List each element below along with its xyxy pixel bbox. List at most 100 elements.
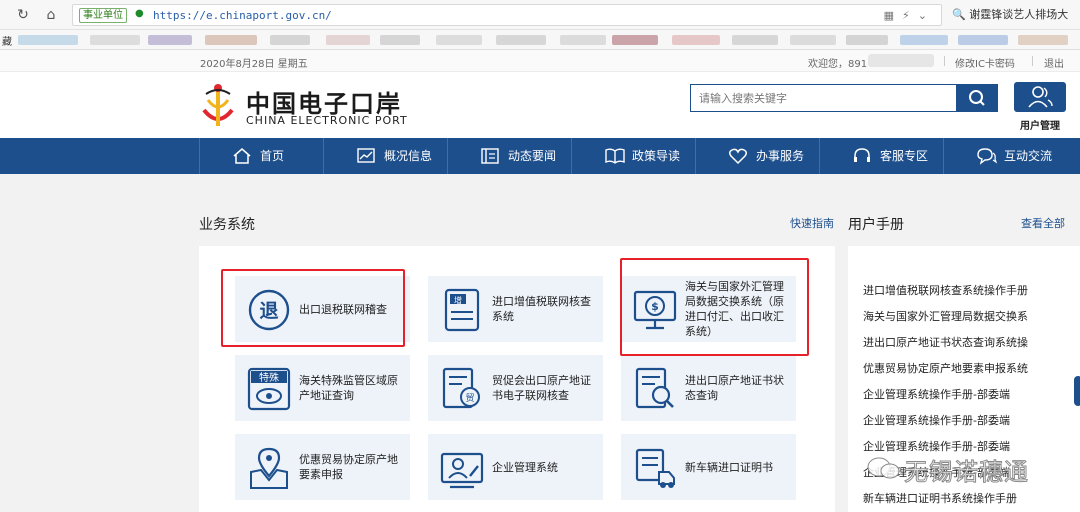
manual-link[interactable]: 新车辆进口证明书系统操作手册 xyxy=(863,490,1017,506)
nav-label: 客服专区 xyxy=(880,149,929,163)
manual-link[interactable]: 企业管理系统操作手册-部委端 xyxy=(863,386,1010,402)
card-label: 贸促会出口原产地证书电子联网核查 xyxy=(492,374,591,402)
card-special-zone-origin[interactable]: 特殊 海关特殊监管区域原产地证查询 xyxy=(235,355,410,421)
headset-icon xyxy=(854,148,870,162)
svg-text:贸: 贸 xyxy=(465,392,474,404)
card-enterprise-management[interactable]: 企业管理系统 xyxy=(428,434,603,500)
nav-label: 互动交流 xyxy=(1004,149,1053,163)
highlight-box xyxy=(221,269,405,347)
card-label: 优惠贸易协定原产地要素申报 xyxy=(299,453,398,481)
svg-text:增: 增 xyxy=(454,295,462,305)
heart-icon xyxy=(728,148,748,165)
browser-toolbar: ↻ ⌂ 事业单位 ● https://e.chinaport.gov.cn/ ▦… xyxy=(0,0,1080,30)
chat-icon xyxy=(977,148,998,165)
search-icon: 🔍 xyxy=(952,8,966,21)
bookmark-item[interactable] xyxy=(270,35,310,45)
url-text[interactable]: https://e.chinaport.gov.cn/ xyxy=(153,8,332,23)
bookmark-item[interactable] xyxy=(380,35,420,45)
modify-ic-password-link[interactable]: 修改IC卡密码 xyxy=(955,55,1015,70)
bookmark-item[interactable] xyxy=(1018,35,1068,45)
bookmark-item[interactable] xyxy=(612,35,658,45)
card-import-vat[interactable]: 增 进口增值税联网核查系统 xyxy=(428,276,603,342)
bookmark-item[interactable] xyxy=(560,35,606,45)
bookmark-item[interactable] xyxy=(18,35,78,45)
current-date: 2020年8月28日 星期五 xyxy=(200,59,308,70)
user-management-button[interactable] xyxy=(1014,82,1066,112)
nav-label: 首页 xyxy=(260,149,285,163)
browser-search-text: 谢霆锋谈艺人排场大 xyxy=(969,8,1069,21)
card-vehicle-import-certificate[interactable]: 新车辆进口证明书 xyxy=(621,434,796,500)
nav-customer-service[interactable]: 客服专区 xyxy=(819,138,943,174)
zeng-icon: 增 xyxy=(444,288,480,332)
nav-label: 动态要闻 xyxy=(508,149,557,163)
address-bar-icons[interactable]: ▦⚡⌄ xyxy=(884,8,935,23)
top-info-bar: 2020年8月28日 星期五 欢迎您，891 修改IC卡密码 退出 xyxy=(0,50,1080,72)
bookmark-item[interactable] xyxy=(436,35,482,45)
quick-guide-link[interactable]: 快速指南 xyxy=(790,215,834,231)
lock-icon: ● xyxy=(135,8,144,19)
manual-link[interactable]: 海关与国家外汇管理局数据交换系 xyxy=(863,308,1028,324)
bookmark-item[interactable] xyxy=(900,35,948,45)
user-management-label: 用户管理 xyxy=(1020,121,1060,132)
card-label: 海关特殊监管区域原产地证查询 xyxy=(299,374,398,402)
bookmarks-label: 藏 xyxy=(2,37,12,48)
divider xyxy=(1032,56,1033,66)
site-search-input[interactable] xyxy=(691,85,956,111)
map-pin-icon xyxy=(250,447,288,489)
bookmark-item[interactable] xyxy=(148,35,192,45)
bookmark-item[interactable] xyxy=(90,35,140,45)
bookmark-item[interactable] xyxy=(790,35,836,45)
main-nav: 首页 概况信息 动态要闻 政策导读 办事服务 客服专区 互动交流 xyxy=(0,138,1080,174)
bookmark-item[interactable] xyxy=(496,35,546,45)
card-origin-status-query[interactable]: 进出口原产地证书状态查询 xyxy=(621,355,796,421)
svg-text:特殊: 特殊 xyxy=(259,371,279,384)
nav-label: 概况信息 xyxy=(384,149,433,163)
logout-link[interactable]: 退出 xyxy=(1044,55,1064,70)
news-icon xyxy=(481,148,499,164)
manual-link[interactable]: 进口增值税联网核查系统操作手册 xyxy=(863,282,1028,298)
site-search xyxy=(690,84,957,112)
truck-icon xyxy=(635,448,675,488)
nav-home[interactable]: 首页 xyxy=(199,138,323,174)
bookmark-item[interactable] xyxy=(958,35,1008,45)
site-search-button[interactable] xyxy=(956,84,998,112)
browser-search-box[interactable]: 🔍 谢霆锋谈艺人排场大 xyxy=(952,4,1076,26)
card-label: 企业管理系统 xyxy=(492,460,558,474)
site-header: 中国电子口岸 CHINA ELECTRONIC PORT 用户管理 xyxy=(0,72,1080,138)
watermark-text: 无锡诺穗通 xyxy=(904,458,1029,487)
book-icon xyxy=(605,148,625,164)
view-all-link[interactable]: 查看全部 xyxy=(1021,215,1065,231)
welcome-text: 欢迎您，891 xyxy=(808,59,868,70)
reload-icon[interactable]: ↻ xyxy=(14,6,32,24)
certificate-check-icon: 贸 xyxy=(442,367,480,409)
highlight-box xyxy=(620,258,809,356)
divider xyxy=(944,56,945,66)
bookmark-item[interactable] xyxy=(672,35,720,45)
nav-policy[interactable]: 政策导读 xyxy=(571,138,695,174)
china-eport-logo-icon[interactable] xyxy=(198,80,238,132)
nav-news[interactable]: 动态要闻 xyxy=(447,138,571,174)
manual-link[interactable]: 企业管理系统操作手册-部委端 xyxy=(863,412,1010,428)
nav-interaction[interactable]: 互动交流 xyxy=(943,138,1080,174)
certificate-search-icon xyxy=(635,367,674,409)
logo-subtitle: CHINA ELECTRONIC PORT xyxy=(246,114,408,127)
card-label: 进口增值税联网核查系统 xyxy=(492,295,591,323)
manual-link[interactable]: 优惠贸易协定原产地要素申报系统 xyxy=(863,360,1028,376)
masked-user-id xyxy=(868,54,934,67)
url-badge: 事业单位 xyxy=(79,8,127,23)
bookmark-item[interactable] xyxy=(846,35,888,45)
teshu-icon: 特殊 xyxy=(247,367,291,411)
nav-services[interactable]: 办事服务 xyxy=(695,138,819,174)
home-icon[interactable]: ⌂ xyxy=(42,6,60,24)
nav-overview[interactable]: 概况信息 xyxy=(323,138,447,174)
users-icon xyxy=(1028,86,1053,108)
card-preferential-origin[interactable]: 优惠贸易协定原产地要素申报 xyxy=(235,434,410,500)
address-bar[interactable]: 事业单位 ● https://e.chinaport.gov.cn/ ▦⚡⌄ xyxy=(72,4,942,26)
manual-link[interactable]: 进出口原产地证书状态查询系统操 xyxy=(863,334,1028,350)
bookmark-item[interactable] xyxy=(732,35,778,45)
bookmark-item[interactable] xyxy=(326,35,370,45)
home-icon xyxy=(233,148,251,164)
manual-title: 用户手册 xyxy=(848,217,904,233)
bookmark-item[interactable] xyxy=(205,35,257,45)
card-ccpit-origin-check[interactable]: 贸 贸促会出口原产地证书电子联网核查 xyxy=(428,355,603,421)
